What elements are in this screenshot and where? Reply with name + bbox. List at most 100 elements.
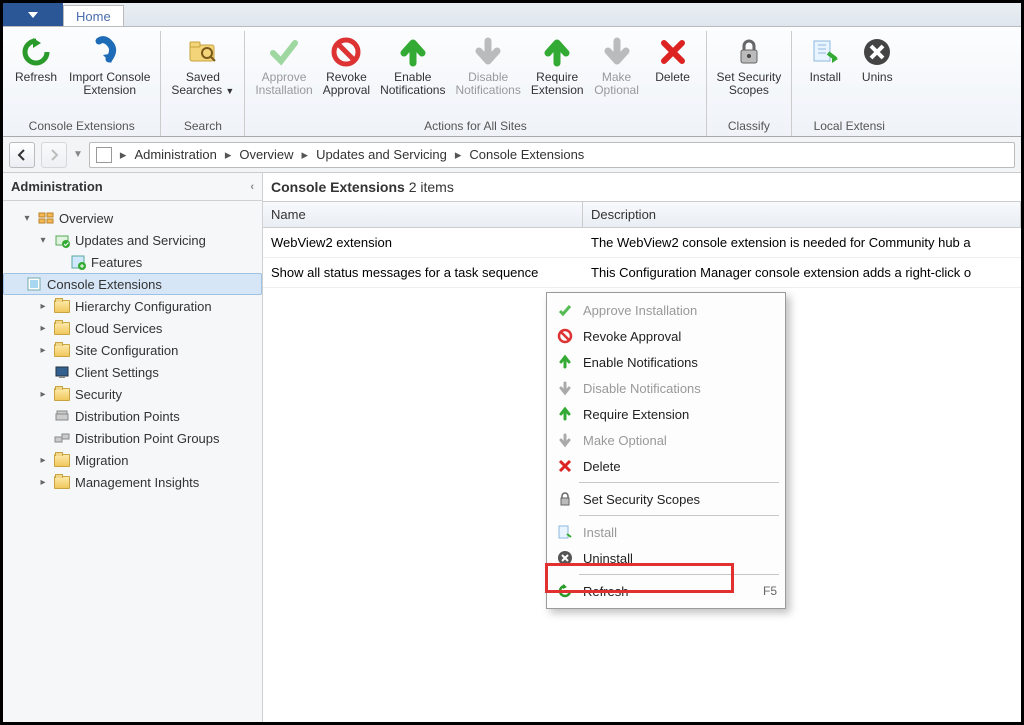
sidebar-item-updates-and-servicing[interactable]: ▾Updates and Servicing bbox=[3, 229, 262, 251]
expand-toggle[interactable]: ▸ bbox=[37, 345, 49, 356]
refresh-icon bbox=[17, 33, 55, 71]
saved-searches-label: Saved Searches ▼ bbox=[171, 71, 234, 98]
breadcrumb-console-extensions[interactable]: Console Extensions bbox=[465, 147, 588, 162]
make-optional-button[interactable]: Make Optional bbox=[590, 31, 644, 99]
enable-notifications-button[interactable]: Enable Notifications bbox=[376, 31, 449, 99]
tree-node-icon bbox=[53, 320, 71, 336]
tree-node-label: Console Extensions bbox=[47, 277, 162, 292]
tree-node-icon bbox=[37, 210, 55, 226]
menu-item-delete[interactable]: Delete bbox=[549, 453, 783, 479]
breadcrumb-overview[interactable]: Overview bbox=[235, 147, 297, 162]
title-bar: Home bbox=[3, 3, 1021, 27]
arrow-down-gray-icon bbox=[469, 33, 507, 71]
menu-item-label: Require Extension bbox=[583, 407, 777, 422]
set-security-scopes-button[interactable]: Set Security Scopes bbox=[713, 31, 786, 99]
content-count: 2 items bbox=[409, 179, 454, 195]
menu-item-label: Revoke Approval bbox=[583, 329, 777, 344]
menu-item-uninstall[interactable]: Uninstall bbox=[549, 545, 783, 571]
check-icon bbox=[555, 301, 575, 319]
sidebar-item-hierarchy-configuration[interactable]: ▸Hierarchy Configuration bbox=[3, 295, 262, 317]
ribbon-group-console-extensions: Refresh Import Console Extension Console… bbox=[3, 31, 161, 136]
sidebar-item-site-configuration[interactable]: ▸Site Configuration bbox=[3, 339, 262, 361]
col-description[interactable]: Description bbox=[583, 202, 1021, 227]
list-header: Name Description bbox=[263, 201, 1021, 228]
group-local-label: Local Extensi bbox=[814, 117, 885, 136]
menu-item-revoke-approval[interactable]: Revoke Approval bbox=[549, 323, 783, 349]
expand-toggle[interactable]: ▸ bbox=[37, 455, 49, 466]
tree-node-icon bbox=[53, 232, 71, 248]
menu-item-label: Disable Notifications bbox=[583, 381, 777, 396]
menu-item-require-extension[interactable]: Require Extension bbox=[549, 401, 783, 427]
sidebar-item-cloud-services[interactable]: ▸ Cloud Services bbox=[3, 317, 262, 339]
revoke-approval-button[interactable]: Revoke Approval bbox=[319, 31, 374, 99]
sidebar-item-console-extensions[interactable]: Console Extensions bbox=[3, 273, 262, 295]
require-extension-button[interactable]: Require Extension bbox=[527, 31, 588, 99]
sidebar-item-management-insights[interactable]: ▸Management Insights bbox=[3, 471, 262, 493]
expand-toggle[interactable]: ▸ bbox=[37, 477, 49, 488]
chevron-right-icon: ▸ bbox=[120, 147, 127, 163]
sidebar-item-security[interactable]: ▸Security bbox=[3, 383, 262, 405]
col-name[interactable]: Name bbox=[263, 202, 583, 227]
qat-dropdown-icon bbox=[28, 12, 38, 18]
list-row[interactable]: Show all status messages for a task sequ… bbox=[263, 258, 1021, 288]
sidebar-item-migration[interactable]: ▸Migration bbox=[3, 449, 262, 471]
import-label: Import Console Extension bbox=[69, 71, 150, 97]
nav-back-button[interactable] bbox=[9, 142, 35, 168]
install-button[interactable]: Install bbox=[798, 31, 852, 86]
expand-toggle[interactable]: ▸ bbox=[37, 389, 49, 400]
delete-button[interactable]: Delete bbox=[646, 31, 700, 86]
menu-item-label: Refresh bbox=[583, 584, 755, 599]
sidebar-item-overview[interactable]: ▾Overview bbox=[3, 207, 262, 229]
nav-tree: ▾Overview▾Updates and ServicingFeatures C… bbox=[3, 201, 262, 499]
collapse-sidebar-icon[interactable]: ‹ bbox=[250, 181, 254, 193]
enable-label: Enable Notifications bbox=[380, 71, 445, 97]
menu-item-label: Enable Notifications bbox=[583, 355, 777, 370]
menu-item-label: Delete bbox=[583, 459, 777, 474]
import-console-extension-button[interactable]: Import Console Extension bbox=[65, 31, 154, 99]
uninstall-button[interactable]: Unins bbox=[854, 31, 900, 86]
breadcrumb-root-icon bbox=[96, 147, 112, 163]
sidebar: Administration ‹ ▾Overview▾Updates and S… bbox=[3, 173, 263, 722]
prohibit-icon bbox=[555, 327, 575, 345]
menu-item-refresh[interactable]: Refresh F5 bbox=[549, 578, 783, 604]
expand-toggle[interactable]: ▾ bbox=[21, 213, 33, 224]
expand-toggle[interactable]: ▾ bbox=[37, 235, 49, 246]
nav-forward-button[interactable] bbox=[41, 142, 67, 168]
chevron-right-icon: ▸ bbox=[225, 147, 232, 163]
menu-item-enable-notifications[interactable]: Enable Notifications bbox=[549, 349, 783, 375]
x-red-icon bbox=[654, 33, 692, 71]
arrow-up-green-icon bbox=[555, 405, 575, 423]
check-icon bbox=[265, 33, 303, 71]
quick-access-toolbar[interactable] bbox=[3, 3, 63, 26]
menu-item-make-optional: Make Optional bbox=[549, 427, 783, 453]
expand-toggle[interactable]: ▸ bbox=[37, 301, 49, 312]
expand-toggle[interactable]: ▸ bbox=[37, 323, 49, 334]
sidebar-item-distribution-points[interactable]: Distribution Points bbox=[3, 405, 262, 427]
sidebar-item-client-settings[interactable]: Client Settings bbox=[3, 361, 262, 383]
saved-searches-button[interactable]: Saved Searches ▼ bbox=[167, 31, 238, 100]
menu-item-label: Install bbox=[583, 525, 777, 540]
disable-notifications-button[interactable]: Disable Notifications bbox=[451, 31, 524, 99]
tree-node-label: Distribution Points bbox=[75, 409, 180, 424]
lock-icon bbox=[730, 33, 768, 71]
sidebar-item-distribution-point-groups[interactable]: Distribution Point Groups bbox=[3, 427, 262, 449]
sidebar-item-features[interactable]: Features bbox=[3, 251, 262, 273]
menu-shortcut: F5 bbox=[763, 584, 777, 598]
breadcrumb[interactable]: ▸ Administration ▸ Overview ▸ Updates an… bbox=[89, 142, 1015, 168]
approve-installation-button[interactable]: Approve Installation bbox=[251, 31, 316, 99]
list-row[interactable]: WebView2 extension The WebView2 console … bbox=[263, 228, 1021, 258]
group-actions-label: Actions for All Sites bbox=[424, 117, 527, 136]
tree-node-label: Cloud Services bbox=[75, 321, 162, 336]
tab-home[interactable]: Home bbox=[63, 5, 124, 26]
refresh-button[interactable]: Refresh bbox=[9, 31, 63, 86]
ribbon-group-local: Install Unins Local Extensi bbox=[792, 31, 906, 136]
refresh-icon bbox=[555, 582, 575, 600]
menu-item-set-security-scopes[interactable]: Set Security Scopes bbox=[549, 486, 783, 512]
nav-bar: ▼ ▸ Administration ▸ Overview ▸ Updates … bbox=[3, 137, 1021, 173]
nav-history-dropdown[interactable]: ▼ bbox=[73, 149, 83, 160]
prohibit-icon bbox=[327, 33, 365, 71]
breadcrumb-updates[interactable]: Updates and Servicing bbox=[312, 147, 451, 162]
breadcrumb-administration[interactable]: Administration bbox=[130, 147, 220, 162]
chevron-right-icon: ▸ bbox=[455, 147, 462, 163]
uninstall-icon bbox=[555, 549, 575, 567]
